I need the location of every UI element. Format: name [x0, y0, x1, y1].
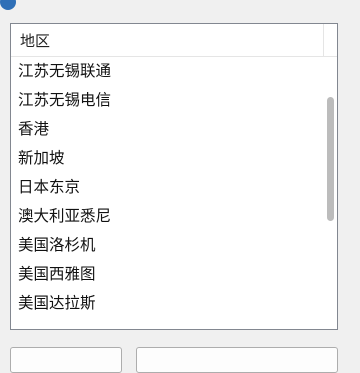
- bottom-left-button[interactable]: [10, 347, 122, 373]
- list-item[interactable]: 江苏无锡联通: [11, 57, 321, 86]
- list-item[interactable]: 美国西雅图: [11, 260, 321, 289]
- bottom-right-button[interactable]: [136, 347, 338, 373]
- list-item[interactable]: 香港: [11, 115, 321, 144]
- list-item[interactable]: 江苏无锡电信: [11, 86, 321, 115]
- list-rows: 江苏无锡联通 江苏无锡电信 香港 新加坡 日本东京 澳大利亚悉尼 美国洛杉机 美…: [11, 57, 321, 318]
- column-header-label: 地区: [20, 32, 51, 50]
- list-header: 地区: [11, 24, 337, 57]
- list-item[interactable]: 美国洛杉机: [11, 231, 321, 260]
- region-list[interactable]: 地区 江苏无锡联通 江苏无锡电信 香港 新加坡 日本东京 澳大利亚悉尼 美国洛杉…: [10, 23, 338, 330]
- list-item[interactable]: 日本东京: [11, 173, 321, 202]
- scrollbar-thumb[interactable]: [327, 97, 334, 221]
- column-header-region[interactable]: 地区: [11, 24, 324, 56]
- list-item[interactable]: 新加坡: [11, 144, 321, 173]
- title-bar: [0, 0, 360, 22]
- vertical-scrollbar[interactable]: [324, 57, 337, 329]
- app-icon: [0, 0, 16, 10]
- list-item[interactable]: 美国达拉斯: [11, 289, 321, 318]
- list-item[interactable]: 澳大利亚悉尼: [11, 202, 321, 231]
